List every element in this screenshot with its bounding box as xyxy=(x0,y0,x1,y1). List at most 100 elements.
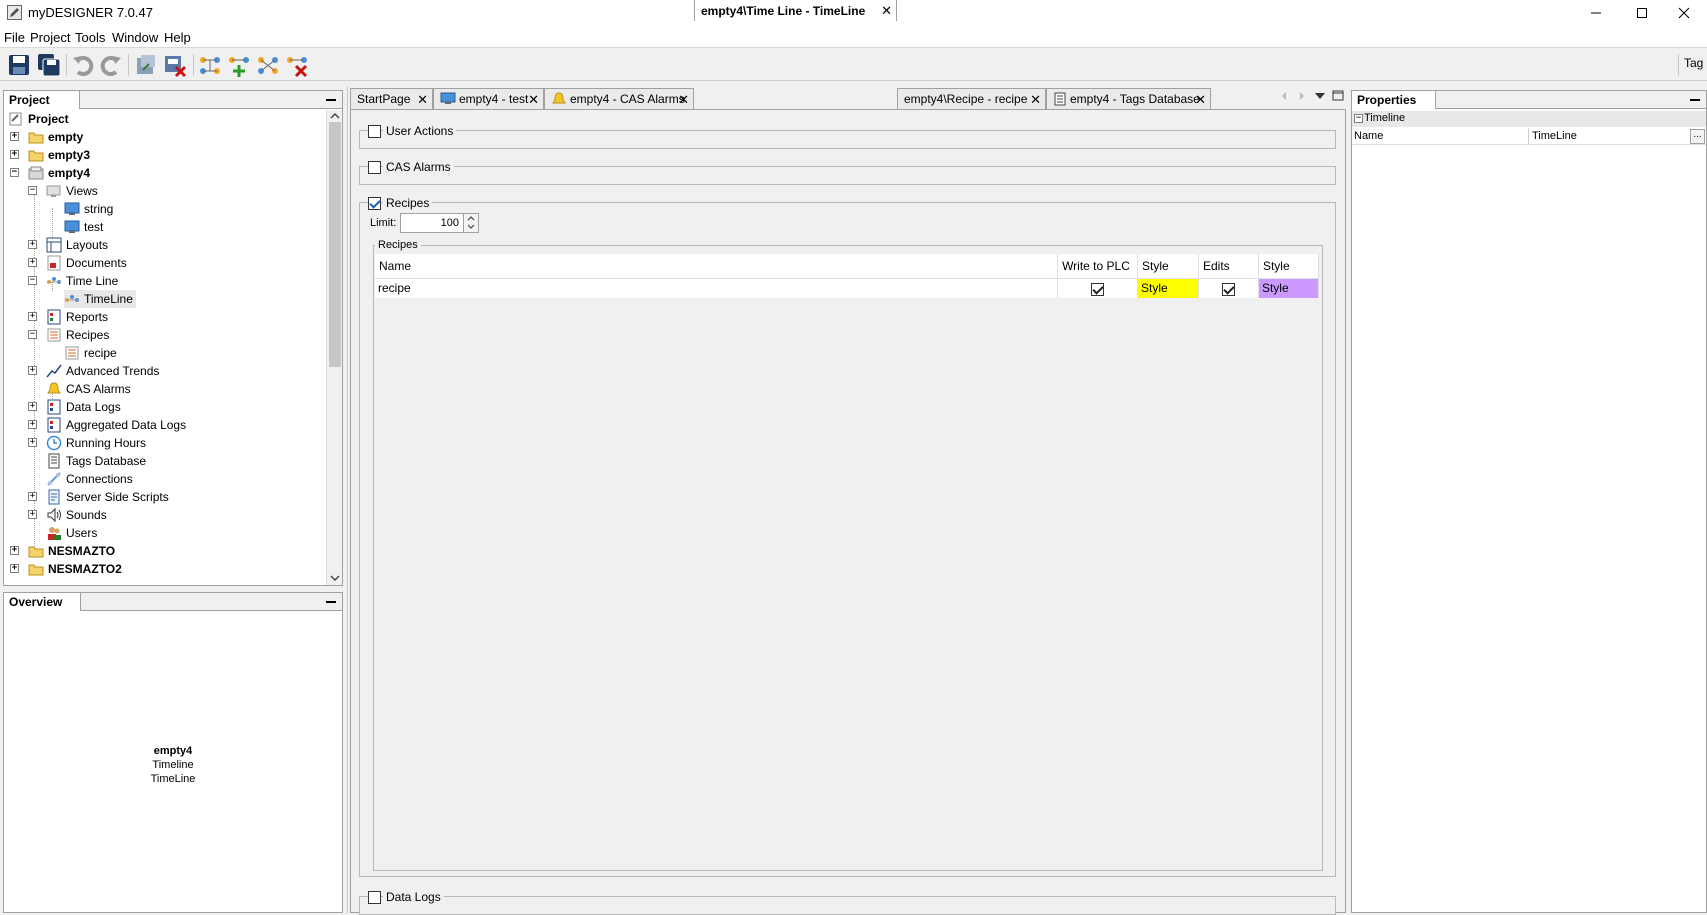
property-row-name[interactable]: Name TimeLine ... xyxy=(1352,128,1706,145)
expand-plus-icon[interactable]: + xyxy=(10,546,19,555)
scroll-down-icon[interactable] xyxy=(330,574,340,582)
toolbar-tag-label[interactable]: Tag xyxy=(1684,56,1703,70)
expand-plus-icon[interactable]: + xyxy=(28,240,37,249)
close-tab-icon[interactable]: ✕ xyxy=(881,3,892,19)
tree-item-aggregated-data-logs[interactable]: + Aggregated Data Logs xyxy=(28,416,186,434)
close-tab-icon[interactable]: ✕ xyxy=(1030,92,1041,108)
tree-item-test[interactable]: test xyxy=(64,218,103,236)
save-all-button[interactable] xyxy=(36,52,62,78)
menu-tools[interactable]: Tools xyxy=(75,30,105,45)
tab-list-dropdown-icon[interactable] xyxy=(1314,91,1326,101)
spinner-down-icon[interactable] xyxy=(467,223,475,230)
tab-empty4-timeline[interactable]: empty4\Time Line - TimeLine ✕ xyxy=(694,0,897,21)
collapse-minus-icon[interactable]: − xyxy=(1354,114,1363,123)
tree-item-nesmazto[interactable]: + NESMAZTO xyxy=(10,542,115,560)
maximize-button[interactable] xyxy=(1619,0,1665,26)
add-network-button[interactable] xyxy=(226,52,252,78)
tree-item-layouts[interactable]: + Layouts xyxy=(28,236,108,254)
tab-scroll-right-icon[interactable] xyxy=(1297,91,1307,101)
write-to-plc-checkbox[interactable] xyxy=(1091,282,1105,296)
menu-window[interactable]: Window xyxy=(112,30,158,45)
close-tab-icon[interactable]: ✕ xyxy=(678,92,689,108)
row-style-cell[interactable]: Style xyxy=(1137,277,1199,298)
edit-network-button[interactable] xyxy=(255,52,281,78)
properties-panel-title[interactable]: Properties xyxy=(1352,91,1436,109)
tree-item-data-logs[interactable]: + Data Logs xyxy=(28,398,121,416)
import-view-button[interactable] xyxy=(133,52,159,78)
property-value[interactable]: TimeLine xyxy=(1532,130,1577,142)
close-tab-icon[interactable]: ✕ xyxy=(528,92,539,108)
row-write-to-plc-cell[interactable] xyxy=(1057,277,1139,298)
scroll-thumb[interactable] xyxy=(329,122,341,367)
menu-file[interactable]: File xyxy=(4,30,25,45)
remove-network-button[interactable] xyxy=(284,52,310,78)
expand-plus-icon[interactable]: + xyxy=(28,492,37,501)
tab-startpage[interactable]: StartPage ✕ xyxy=(350,88,433,109)
overview-panel-title[interactable]: Overview xyxy=(4,593,81,611)
tree-item-recipe[interactable]: recipe xyxy=(64,344,117,362)
tree-item-timeline-selected[interactable]: TimeLine xyxy=(64,290,136,308)
expand-plus-icon[interactable]: + xyxy=(28,312,37,321)
tree-item-connections[interactable]: Connections xyxy=(46,470,133,488)
expand-plus-icon[interactable]: + xyxy=(28,510,37,519)
redo-button[interactable] xyxy=(98,52,124,78)
collapse-minus-icon[interactable]: − xyxy=(10,168,19,177)
column-write-to-plc-header[interactable]: Write to PLC xyxy=(1057,254,1139,278)
tree-item-views[interactable]: − Views xyxy=(28,182,98,200)
row-edits-cell[interactable] xyxy=(1198,277,1259,298)
limit-value[interactable]: 100 xyxy=(441,217,459,229)
menu-help[interactable]: Help xyxy=(164,30,191,45)
column-name-header[interactable]: Name xyxy=(375,254,1059,278)
tree-item-documents[interactable]: + Documents xyxy=(28,254,127,272)
minimize-panel-icon[interactable] xyxy=(326,601,336,603)
column-style-header[interactable]: Style xyxy=(1137,254,1199,278)
tree-item-running-hours[interactable]: + Running Hours xyxy=(28,434,146,452)
tree-item-tags-database[interactable]: Tags Database xyxy=(46,452,146,470)
tab-empty4-tags-database[interactable]: empty4 - Tags Database ✕ xyxy=(1046,88,1211,109)
row-style2-cell[interactable]: Style xyxy=(1258,277,1320,298)
table-row[interactable]: recipe Style Style xyxy=(375,277,1320,298)
close-window-button[interactable] xyxy=(1661,0,1707,26)
tree-item-nesmazto2[interactable]: + NESMAZTO2 xyxy=(10,560,122,578)
tree-item-cas-alarms[interactable]: CAS Alarms xyxy=(46,380,131,398)
expand-plus-icon[interactable]: + xyxy=(28,366,37,375)
network-button[interactable] xyxy=(197,52,223,78)
tab-empty4-recipe[interactable]: empty4\Recipe - recipe ✕ xyxy=(897,88,1046,109)
tree-item-reports[interactable]: + Reports xyxy=(28,308,108,326)
properties-category[interactable]: − Timeline xyxy=(1352,111,1706,127)
tree-item-empty3[interactable]: + empty3 xyxy=(10,146,90,164)
tree-root-project[interactable]: Project xyxy=(8,110,69,128)
expand-plus-icon[interactable]: + xyxy=(28,438,37,447)
tree-item-empty4[interactable]: − empty4 xyxy=(10,164,90,182)
maximize-editor-icon[interactable] xyxy=(1332,90,1344,101)
tab-empty4-test[interactable]: empty4 - test ✕ xyxy=(433,88,544,109)
collapse-minus-icon[interactable]: − xyxy=(28,330,37,339)
recipes-checkbox[interactable] xyxy=(368,197,381,210)
row-name-cell[interactable]: recipe xyxy=(375,277,1059,298)
expand-plus-icon[interactable]: + xyxy=(10,150,19,159)
column-edits-header[interactable]: Edits xyxy=(1198,254,1259,278)
tree-item-time-line[interactable]: − Time Line xyxy=(28,272,118,290)
user-actions-checkbox[interactable] xyxy=(368,125,381,138)
expand-plus-icon[interactable]: + xyxy=(28,402,37,411)
minimize-panel-icon[interactable] xyxy=(326,99,336,101)
expand-plus-icon[interactable]: + xyxy=(10,132,19,141)
close-tab-icon[interactable]: ✕ xyxy=(417,92,428,108)
project-scrollbar[interactable] xyxy=(326,110,342,585)
tree-item-users[interactable]: Users xyxy=(46,524,97,542)
project-panel-title[interactable]: Project xyxy=(4,91,80,109)
column-style2-header[interactable]: Style xyxy=(1258,254,1320,278)
expand-plus-icon[interactable]: + xyxy=(28,258,37,267)
undo-button[interactable] xyxy=(70,52,96,78)
tree-item-server-side-scripts[interactable]: + Server Side Scripts xyxy=(28,488,169,506)
expand-plus-icon[interactable]: + xyxy=(10,564,19,573)
tree-item-empty[interactable]: + empty xyxy=(10,128,83,146)
tree-item-recipes[interactable]: − Recipes xyxy=(28,326,109,344)
save-button[interactable] xyxy=(6,52,32,78)
minimize-panel-icon[interactable] xyxy=(1690,99,1700,101)
tab-scroll-left-icon[interactable] xyxy=(1279,91,1289,101)
tree-item-string[interactable]: string xyxy=(64,200,113,218)
spinner-up-icon[interactable] xyxy=(467,215,475,222)
collapse-minus-icon[interactable]: − xyxy=(28,186,37,195)
limit-spinner[interactable]: 100 xyxy=(400,213,479,233)
